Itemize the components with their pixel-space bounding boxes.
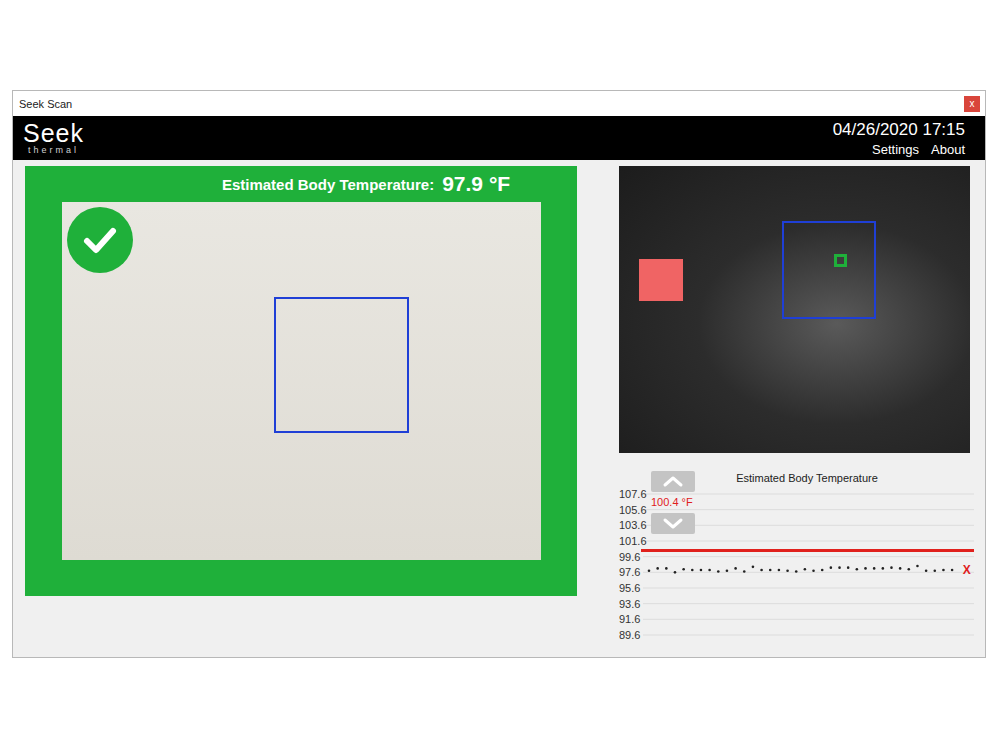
- header-link[interactable]: Settings: [872, 142, 919, 157]
- data-point: [908, 568, 911, 571]
- app-window: Seek Scan x Seek thermal 04/26/2020 17:1…: [12, 90, 986, 658]
- grid-line: [643, 572, 974, 573]
- current-marker: X: [963, 563, 971, 577]
- data-point: [821, 569, 824, 572]
- chevron-down-icon: [665, 520, 681, 527]
- data-point: [873, 567, 876, 570]
- date-time: 04/26/2020 17:15: [833, 120, 965, 140]
- data-point: [743, 570, 746, 573]
- axis-tick: 103.6: [619, 519, 647, 531]
- reference-marker: [639, 259, 683, 301]
- threshold-down-button[interactable]: [651, 513, 695, 534]
- threshold-label: 100.4 °F: [651, 496, 693, 508]
- camera-feed: [62, 202, 541, 560]
- pass-status-icon: [67, 207, 133, 273]
- data-point: [674, 571, 677, 574]
- data-point: [708, 569, 711, 572]
- data-point: [899, 567, 902, 570]
- close-button[interactable]: x: [964, 96, 980, 112]
- data-point: [838, 566, 841, 569]
- grid-line: [643, 541, 974, 542]
- temperature-reading: Estimated Body Temperature: 97.9 °F: [92, 166, 510, 202]
- title-bar: Seek Scan x: [13, 91, 985, 116]
- data-point: [925, 569, 928, 572]
- reading-label: Estimated Body Temperature:: [222, 176, 434, 193]
- axis-tick: 95.6: [619, 582, 640, 594]
- data-point: [795, 570, 798, 573]
- thermal-face-box: [782, 221, 876, 319]
- header-link[interactable]: About: [931, 142, 965, 157]
- chevron-up-icon: [665, 478, 681, 485]
- data-point: [752, 566, 755, 569]
- data-point: [760, 569, 763, 572]
- axis-tick: 105.6: [619, 504, 647, 516]
- axis-tick: 99.6: [619, 551, 640, 563]
- data-point: [717, 570, 720, 573]
- chart-title: Estimated Body Temperature: [736, 472, 878, 484]
- grid-line: [643, 603, 974, 604]
- grid-line: [643, 509, 974, 510]
- axis-tick: 91.6: [619, 613, 640, 625]
- grid-line: [643, 635, 974, 636]
- measurement-spot: [834, 254, 847, 267]
- data-point: [812, 569, 815, 572]
- reading-value: 97.9 °F: [442, 172, 510, 196]
- data-point: [856, 568, 859, 571]
- axis-tick: 89.6: [619, 629, 640, 641]
- face-box: [274, 297, 409, 433]
- data-point: [691, 569, 694, 572]
- thermal-feed: [619, 166, 970, 453]
- header-bar: Seek thermal 04/26/2020 17:15 Settings Ab…: [13, 116, 985, 160]
- data-point: [864, 567, 867, 570]
- threshold-up-button[interactable]: [651, 471, 695, 492]
- logo: Seek thermal: [23, 121, 84, 155]
- data-point: [951, 569, 954, 572]
- axis-tick: 101.6: [619, 535, 647, 547]
- data-point: [682, 568, 685, 571]
- data-point: [830, 566, 833, 569]
- axis-tick: 97.6: [619, 566, 640, 578]
- logo-subtext: thermal: [28, 146, 79, 155]
- data-point: [916, 565, 919, 568]
- data-point: [786, 569, 789, 572]
- grid-line: [643, 494, 974, 495]
- window-title: Seek Scan: [19, 98, 72, 110]
- data-point: [656, 567, 659, 570]
- threshold-line: [641, 549, 974, 552]
- temperature-chart: Estimated Body Temperature 107.6 105.6 103.…: [619, 468, 974, 648]
- camera-panel: Estimated Body Temperature: 97.9 °F: [25, 166, 577, 596]
- data-point: [769, 569, 772, 572]
- data-point: [942, 569, 945, 572]
- grid-line: [643, 588, 974, 589]
- data-point: [734, 567, 737, 570]
- axis-tick: 107.6: [619, 488, 647, 500]
- data-point: [648, 569, 651, 572]
- data-point: [890, 566, 893, 569]
- data-point: [665, 567, 668, 570]
- axis-tick: 93.6: [619, 598, 640, 610]
- data-point: [847, 566, 850, 569]
- data-point: [882, 567, 885, 570]
- data-point: [700, 569, 703, 572]
- data-point: [726, 569, 729, 572]
- grid-line: [643, 556, 974, 557]
- data-point: [804, 568, 807, 571]
- grid-line: [643, 619, 974, 620]
- data-point: [778, 569, 781, 572]
- data-point: [933, 569, 936, 572]
- logo-text: Seek: [23, 121, 84, 146]
